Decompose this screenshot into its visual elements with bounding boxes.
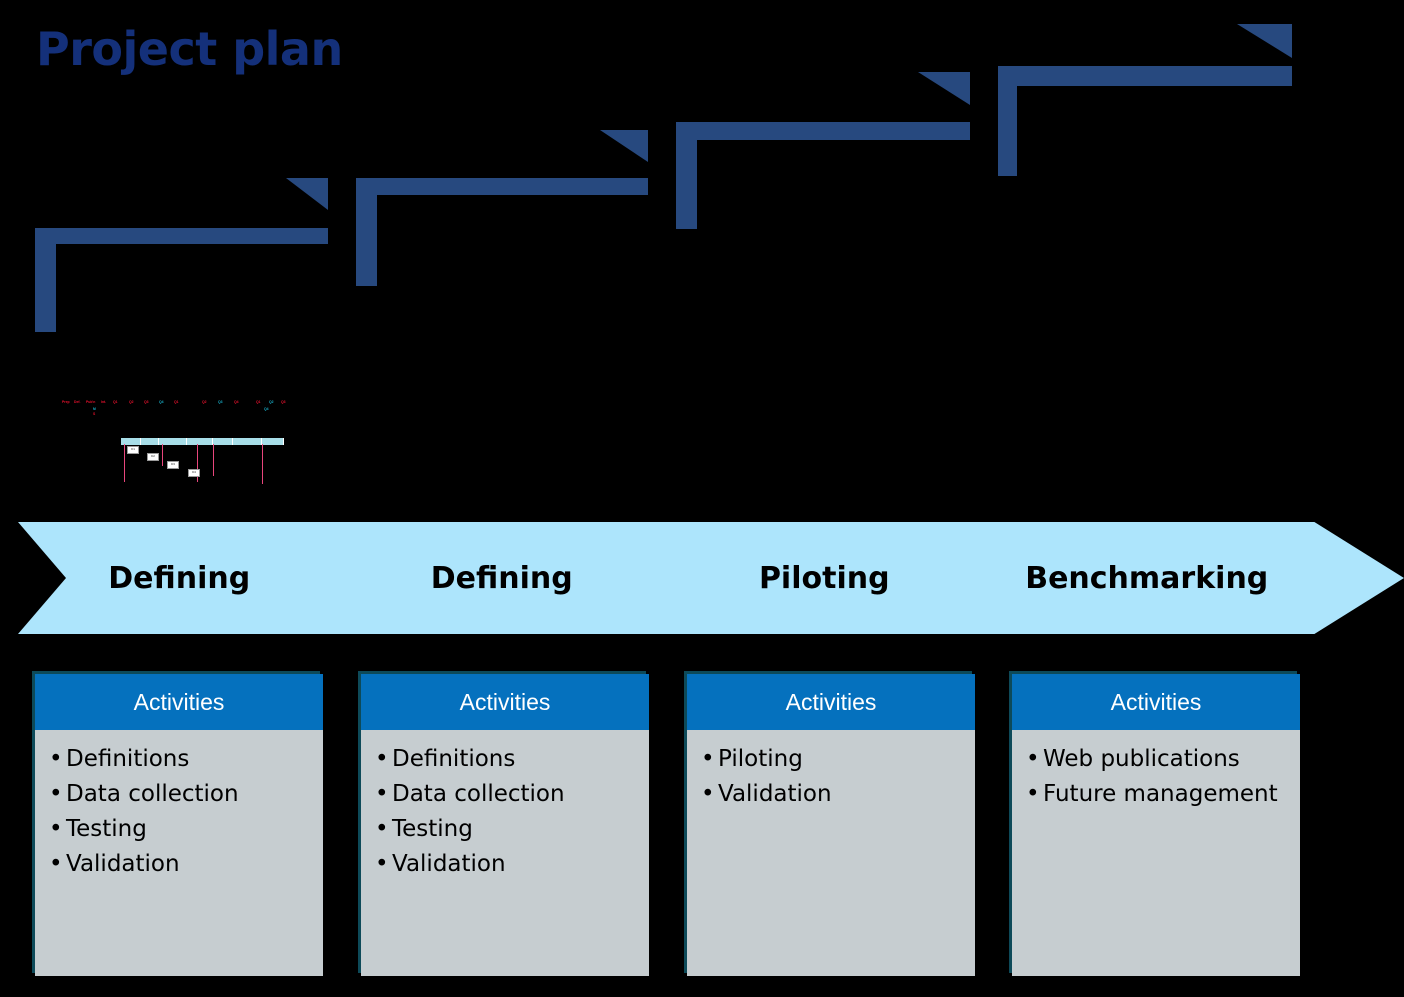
activity-list-item: Validation (375, 847, 649, 882)
activity-list-item: Web publications (1026, 742, 1300, 777)
activity-card-header: Activities (1012, 674, 1300, 730)
gantt-period-label: Prep (62, 400, 70, 404)
step-horizontal-bar (998, 66, 1292, 86)
step-horizontal-bar (35, 228, 328, 244)
activity-list-item: Testing (49, 812, 323, 847)
gantt-period-label: Int. (101, 400, 107, 404)
activity-list-item: Validation (701, 777, 975, 812)
activity-list: Web publicationsFuture management (1026, 742, 1300, 812)
step-arrowhead-icon (1237, 24, 1292, 58)
activity-card-1: Activities DefinitionsData collectionTest… (35, 674, 323, 976)
activity-card-header: Activities (361, 674, 649, 730)
activity-list-item: Validation (49, 847, 323, 882)
gantt-timeline-segment (262, 438, 284, 445)
phase-banner: Defining Defining Piloting Benchmarking (18, 522, 1404, 634)
gantt-deliverable-callout: D4 (188, 469, 200, 477)
phase-label-2[interactable]: Defining (341, 561, 664, 596)
gantt-timeline-segment (213, 438, 233, 445)
activity-list-item: Definitions (49, 742, 323, 777)
activity-list-item: Testing (375, 812, 649, 847)
phase-label-row: Defining Defining Piloting Benchmarking (18, 522, 1308, 634)
activity-list-item: Data collection (375, 777, 649, 812)
activity-card-body: DefinitionsData collectionTestingValidat… (361, 730, 649, 976)
gantt-period-label: Q2 (202, 400, 207, 404)
activity-list-item: Future management (1026, 777, 1300, 812)
phase-label-4[interactable]: Benchmarking (986, 561, 1309, 596)
gantt-thumbnail-image: Prep Def. Pub'n Int. Q1 Q2 Q3 Q4 Q1 Q2 Q3 Q4 Q1 Q2 Q3 M… (60, 398, 288, 484)
activity-card-body: Web publicationsFuture management (1012, 730, 1300, 976)
gantt-milestone-line (262, 444, 264, 484)
activity-list-item: Definitions (375, 742, 649, 777)
gantt-deliverable-callout: D3 (167, 461, 179, 469)
gantt-period-label: Q4 (264, 407, 269, 411)
gantt-milestone-line (124, 444, 126, 482)
gantt-period-label: Q3 (144, 400, 149, 404)
gantt-period-label: Q2 (269, 400, 274, 404)
activity-card-2: Activities DefinitionsData collectionTest… (361, 674, 649, 976)
gantt-deliverable-callout: D2 (147, 453, 159, 461)
activity-card-4: Activities Web publicationsFuture managem… (1012, 674, 1300, 976)
step-horizontal-bar (356, 178, 648, 195)
activity-cards-row: ActivitiesDefinitionsData collectionTest… (0, 674, 1404, 984)
activity-list-item: Piloting (701, 742, 975, 777)
gantt-period-label: Q3 (281, 400, 286, 404)
gantt-period-label: Q4 (234, 400, 239, 404)
gantt-period-label: Pub'n (86, 400, 96, 404)
staircase-arrows-graphic (0, 0, 1404, 360)
gantt-period-label: Q3 (218, 400, 223, 404)
phase-label-3[interactable]: Piloting (663, 561, 986, 596)
gantt-period-label: Q1 (256, 400, 261, 404)
step-horizontal-bar (676, 122, 970, 140)
gantt-period-label: S (93, 412, 96, 416)
gantt-period-label: Q1 (174, 400, 179, 404)
gantt-period-label: M (93, 407, 96, 411)
gantt-timeline-segment (233, 438, 262, 445)
activity-card-header: Activities (687, 674, 975, 730)
activity-list: DefinitionsData collectionTestingValidat… (375, 742, 649, 882)
gantt-milestone-line (162, 444, 164, 466)
gantt-deliverable-callout: D1 (127, 446, 139, 454)
activity-card-body: DefinitionsData collectionTestingValidat… (35, 730, 323, 976)
gantt-timeline-segment (159, 438, 187, 445)
gantt-period-label: Q1 (113, 400, 118, 404)
phase-label-1[interactable]: Defining (18, 561, 341, 596)
activity-list: PilotingValidation (701, 742, 975, 812)
step-arrowhead-icon (918, 72, 970, 105)
step-arrowhead-icon (286, 178, 328, 210)
activity-list: DefinitionsData collectionTestingValidat… (49, 742, 323, 882)
gantt-period-label: Q4 (159, 400, 164, 404)
gantt-period-label: Q2 (129, 400, 134, 404)
activity-list-item: Data collection (49, 777, 323, 812)
gantt-period-label: Def. (74, 400, 81, 404)
gantt-timeline-segment (187, 438, 213, 445)
activity-card-header: Activities (35, 674, 323, 730)
step-arrowhead-icon (600, 130, 648, 162)
activity-card-body: PilotingValidation (687, 730, 975, 976)
gantt-timeline-segment (141, 438, 159, 445)
activity-card-3: Activities PilotingValidation (687, 674, 975, 976)
gantt-milestone-line (213, 444, 215, 476)
